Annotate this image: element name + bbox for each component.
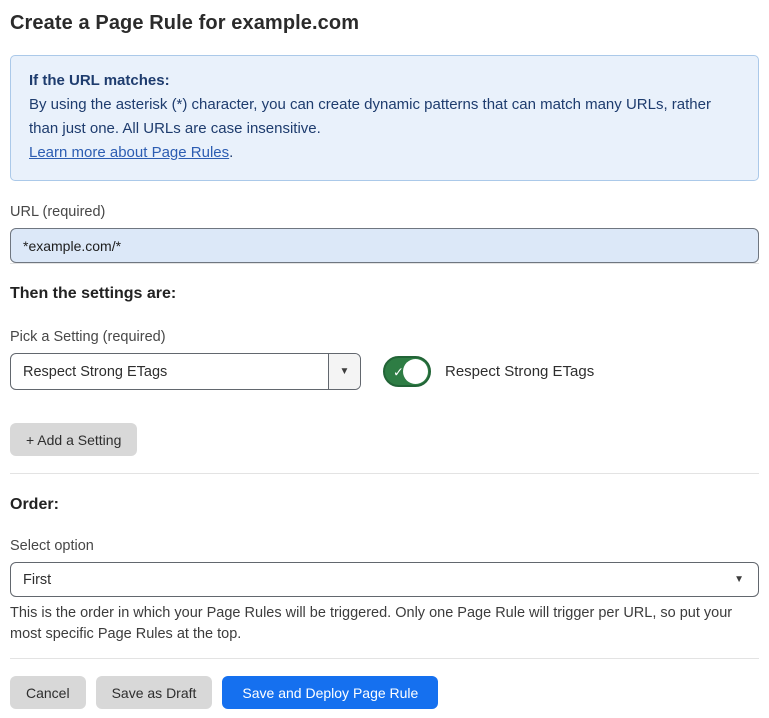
setting-select-value: Respect Strong ETags	[11, 354, 328, 389]
order-help-text: This is the order in which your Page Rul…	[10, 603, 759, 645]
page-title: Create a Page Rule for example.com	[10, 12, 759, 35]
divider	[10, 473, 759, 474]
learn-more-link[interactable]: Learn more about Page Rules	[29, 144, 229, 161]
add-setting-button[interactable]: + Add a Setting	[10, 423, 137, 456]
settings-section-heading: Then the settings are:	[10, 285, 759, 303]
etags-toggle[interactable]: ✓	[383, 356, 431, 387]
info-box-body: By using the asterisk (*) character, you…	[29, 93, 740, 141]
save-deploy-button[interactable]: Save and Deploy Page Rule	[222, 676, 438, 709]
url-label: URL (required)	[10, 204, 759, 220]
setting-row: Respect Strong ETags ▼ ✓ Respect Strong …	[10, 353, 759, 390]
url-input[interactable]	[10, 228, 759, 263]
link-period: .	[229, 144, 233, 161]
chevron-down-icon: ▼	[340, 366, 350, 377]
toggle-knob	[403, 359, 428, 384]
create-page-rule-form: Create a Page Rule for example.com If th…	[0, 0, 769, 709]
order-select-label: Select option	[10, 538, 759, 554]
pick-setting-label: Pick a Setting (required)	[10, 329, 759, 345]
order-select-value: First	[23, 572, 734, 588]
divider	[10, 658, 759, 659]
divider	[10, 263, 759, 264]
setting-select[interactable]: Respect Strong ETags ▼	[10, 353, 361, 390]
cancel-button[interactable]: Cancel	[10, 676, 86, 709]
etags-toggle-label: Respect Strong ETags	[445, 363, 594, 380]
chevron-down-icon: ▼	[734, 574, 744, 585]
footer-actions: Cancel Save as Draft Save and Deploy Pag…	[10, 676, 759, 709]
info-box-link-line: Learn more about Page Rules.	[29, 141, 740, 165]
order-select[interactable]: First ▼	[10, 562, 759, 597]
order-section-heading: Order:	[10, 496, 759, 514]
save-draft-button[interactable]: Save as Draft	[96, 676, 213, 709]
url-match-info-box: If the URL matches: By using the asteris…	[10, 55, 759, 181]
info-box-heading: If the URL matches:	[29, 69, 740, 93]
setting-select-arrow-button[interactable]: ▼	[328, 354, 360, 389]
